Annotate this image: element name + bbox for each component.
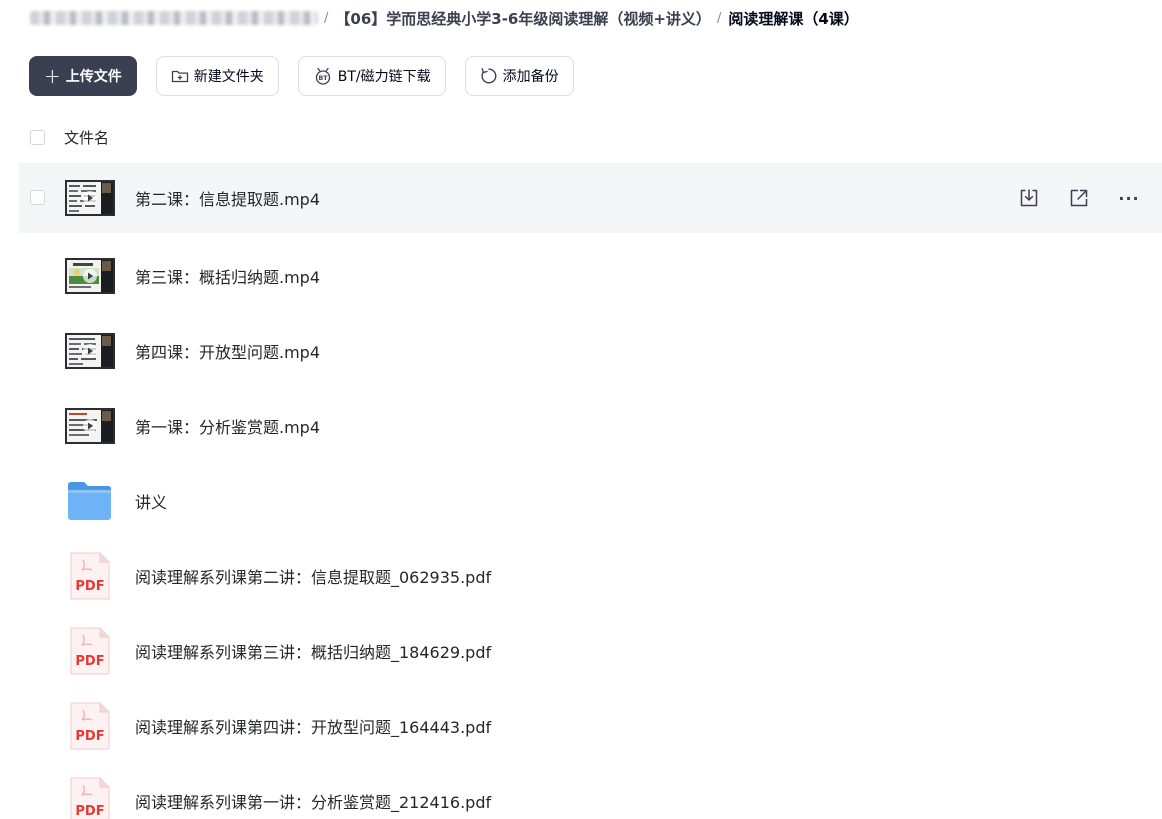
file-row[interactable]: 第三课：概括归纳题.mp4: [19, 238, 1162, 313]
backup-sync-icon: [480, 67, 498, 85]
share-icon[interactable]: [1068, 187, 1090, 209]
pdf-icon: PDF: [65, 776, 115, 819]
pdf-badge: PDF: [75, 804, 104, 819]
video-thumbnail-icon: [65, 257, 115, 294]
file-name[interactable]: 阅读理解系列课第一讲：分析鉴赏题_212416.pdf: [135, 789, 491, 813]
list-column-header: 文件名: [30, 124, 109, 150]
download-icon[interactable]: [1018, 187, 1040, 209]
pdf-icon: PDF: [65, 626, 115, 676]
file-row[interactable]: PDF 阅读理解系列课第一讲：分析鉴赏题_212416.pdf: [19, 763, 1162, 819]
breadcrumb: / 【06】学而思经典小学3-6年级阅读理解（视频+讲义） / 阅读理解课（4课…: [30, 6, 859, 30]
file-row[interactable]: 第四课：开放型问题.mp4: [19, 313, 1162, 388]
file-name[interactable]: 第四课：开放型问题.mp4: [135, 339, 320, 363]
breadcrumb-separator: /: [716, 10, 722, 26]
breadcrumb-separator: /: [324, 10, 329, 26]
file-row[interactable]: PDF 阅读理解系列课第二讲：信息提取题_062935.pdf: [19, 538, 1162, 613]
new-folder-icon: [171, 68, 189, 84]
add-backup-button[interactable]: 添加备份: [464, 56, 574, 96]
file-row[interactable]: 第二课：信息提取题.mp4 ···: [19, 163, 1162, 233]
folder-row[interactable]: 讲义: [19, 463, 1162, 538]
column-header-filename[interactable]: 文件名: [64, 127, 109, 148]
file-row[interactable]: PDF 阅读理解系列课第三讲：概括归纳题_184629.pdf: [19, 613, 1162, 688]
more-icon[interactable]: ···: [1118, 187, 1140, 209]
video-thumbnail-icon: [65, 180, 115, 216]
file-row[interactable]: 第一课：分析鉴赏题.mp4: [19, 388, 1162, 463]
bt-magnet-icon: BT: [313, 67, 333, 85]
pdf-badge: PDF: [75, 729, 104, 744]
video-thumbnail-icon: [65, 407, 115, 444]
breadcrumb-current-folder: 阅读理解课（4课）: [728, 9, 859, 28]
breadcrumb-blurred-path[interactable]: [30, 11, 318, 25]
bt-download-button[interactable]: BT BT/磁力链下载: [297, 56, 446, 96]
file-name[interactable]: 阅读理解系列课第二讲：信息提取题_062935.pdf: [135, 564, 491, 588]
file-name[interactable]: 第二课：信息提取题.mp4: [135, 186, 320, 210]
file-row[interactable]: PDF 阅读理解系列课第四讲：开放型问题_164443.pdf: [19, 688, 1162, 763]
svg-text:BT: BT: [318, 75, 328, 82]
file-name[interactable]: 阅读理解系列课第三讲：概括归纳题_184629.pdf: [135, 639, 491, 663]
plus-icon: +: [44, 64, 61, 88]
video-thumbnail-icon: [65, 332, 115, 369]
upload-button[interactable]: + 上传文件: [29, 56, 137, 96]
pdf-icon: PDF: [65, 701, 115, 751]
toolbar: + 上传文件 新建文件夹 BT BT/磁力链下载 添加备份: [29, 56, 574, 96]
pdf-badge: PDF: [75, 579, 104, 594]
add-backup-button-label: 添加备份: [502, 69, 559, 85]
upload-button-label: 上传文件: [65, 69, 122, 85]
file-manager-page: / 【06】学而思经典小学3-6年级阅读理解（视频+讲义） / 阅读理解课（4课…: [0, 0, 1162, 819]
row-checkbox[interactable]: [30, 190, 45, 205]
file-name[interactable]: 第一课：分析鉴赏题.mp4: [135, 414, 320, 438]
bt-download-button-label: BT/磁力链下载: [337, 69, 431, 85]
folder-name[interactable]: 讲义: [135, 489, 167, 513]
pdf-icon: PDF: [65, 551, 115, 601]
file-list: 第二课：信息提取题.mp4 ··· 第三课：概括归纳题.mp4 第四课：开放型问…: [19, 163, 1162, 819]
row-actions: ···: [1018, 187, 1140, 209]
pdf-badge: PDF: [75, 654, 104, 669]
new-folder-button[interactable]: 新建文件夹: [155, 56, 279, 96]
select-all-checkbox[interactable]: [30, 129, 45, 145]
file-name[interactable]: 阅读理解系列课第四讲：开放型问题_164443.pdf: [135, 714, 491, 738]
new-folder-button-label: 新建文件夹: [193, 69, 264, 85]
breadcrumb-parent-folder[interactable]: 【06】学而思经典小学3-6年级阅读理解（视频+讲义）: [335, 8, 711, 29]
folder-icon: [65, 479, 115, 523]
file-name[interactable]: 第三课：概括归纳题.mp4: [135, 264, 320, 288]
